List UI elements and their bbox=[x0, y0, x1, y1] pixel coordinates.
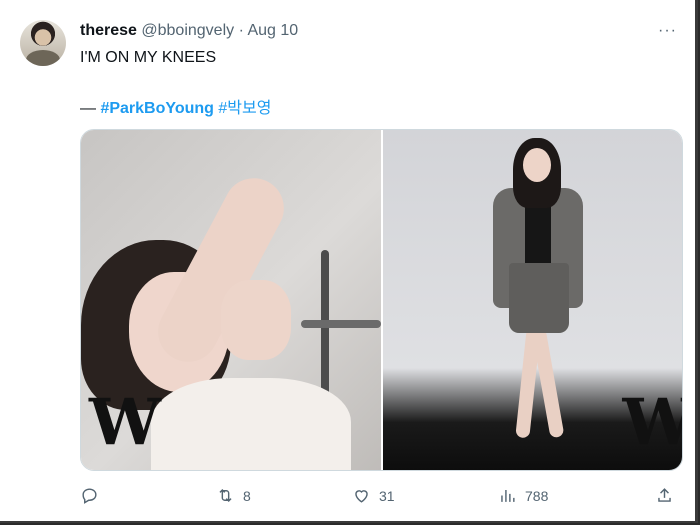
views-button[interactable]: 788 bbox=[498, 486, 548, 505]
standing-figure bbox=[483, 138, 593, 458]
media-gallery: W W bbox=[80, 129, 683, 471]
separator: · bbox=[238, 22, 244, 39]
tweet-text: I'M ON MY KNEES bbox=[80, 49, 217, 66]
more-options-icon[interactable]: ··· bbox=[658, 22, 677, 40]
tweet-card[interactable]: therese @bboingvely · Aug 10 ··· I'M ON … bbox=[0, 0, 698, 523]
heart-icon bbox=[355, 490, 368, 503]
hashtag-line: — #ParkBoYoung #박보영 bbox=[80, 94, 271, 118]
magazine-logo: W bbox=[623, 385, 683, 460]
hand bbox=[221, 280, 291, 360]
tweet-date[interactable]: Aug 10 bbox=[247, 22, 298, 39]
dash: — bbox=[80, 100, 96, 117]
leg bbox=[531, 327, 564, 439]
avatar-shoulders bbox=[26, 50, 60, 66]
display-name[interactable]: therese bbox=[80, 22, 137, 39]
hashtag-korean[interactable]: #박보영 bbox=[218, 100, 271, 117]
share-icon bbox=[658, 488, 671, 502]
retweet-icon bbox=[219, 488, 232, 503]
tweet-header: therese @bboingvely · Aug 10 bbox=[80, 22, 298, 40]
reply-icon bbox=[82, 488, 97, 504]
photo-right[interactable]: W bbox=[382, 130, 683, 470]
views-count: 788 bbox=[525, 487, 549, 504]
hashtag-parkboyoung[interactable]: #ParkBoYoung bbox=[100, 100, 214, 117]
skirt bbox=[508, 263, 569, 333]
handle[interactable]: @bboingvely bbox=[141, 22, 234, 39]
magazine-logo: W bbox=[89, 385, 161, 460]
action-bar: 8 31 788 bbox=[80, 486, 680, 510]
retweet-count: 8 bbox=[243, 487, 251, 504]
dress bbox=[151, 378, 351, 470]
like-button[interactable]: 31 bbox=[352, 486, 395, 505]
chair-bar bbox=[301, 320, 381, 328]
reply-button[interactable] bbox=[80, 486, 107, 505]
photo-left[interactable]: W bbox=[81, 130, 381, 470]
retweet-button[interactable]: 8 bbox=[216, 486, 251, 505]
share-button[interactable] bbox=[655, 486, 674, 505]
avatar[interactable] bbox=[20, 20, 66, 66]
face bbox=[522, 148, 551, 182]
analytics-icon bbox=[501, 489, 515, 502]
like-count: 31 bbox=[379, 487, 395, 504]
